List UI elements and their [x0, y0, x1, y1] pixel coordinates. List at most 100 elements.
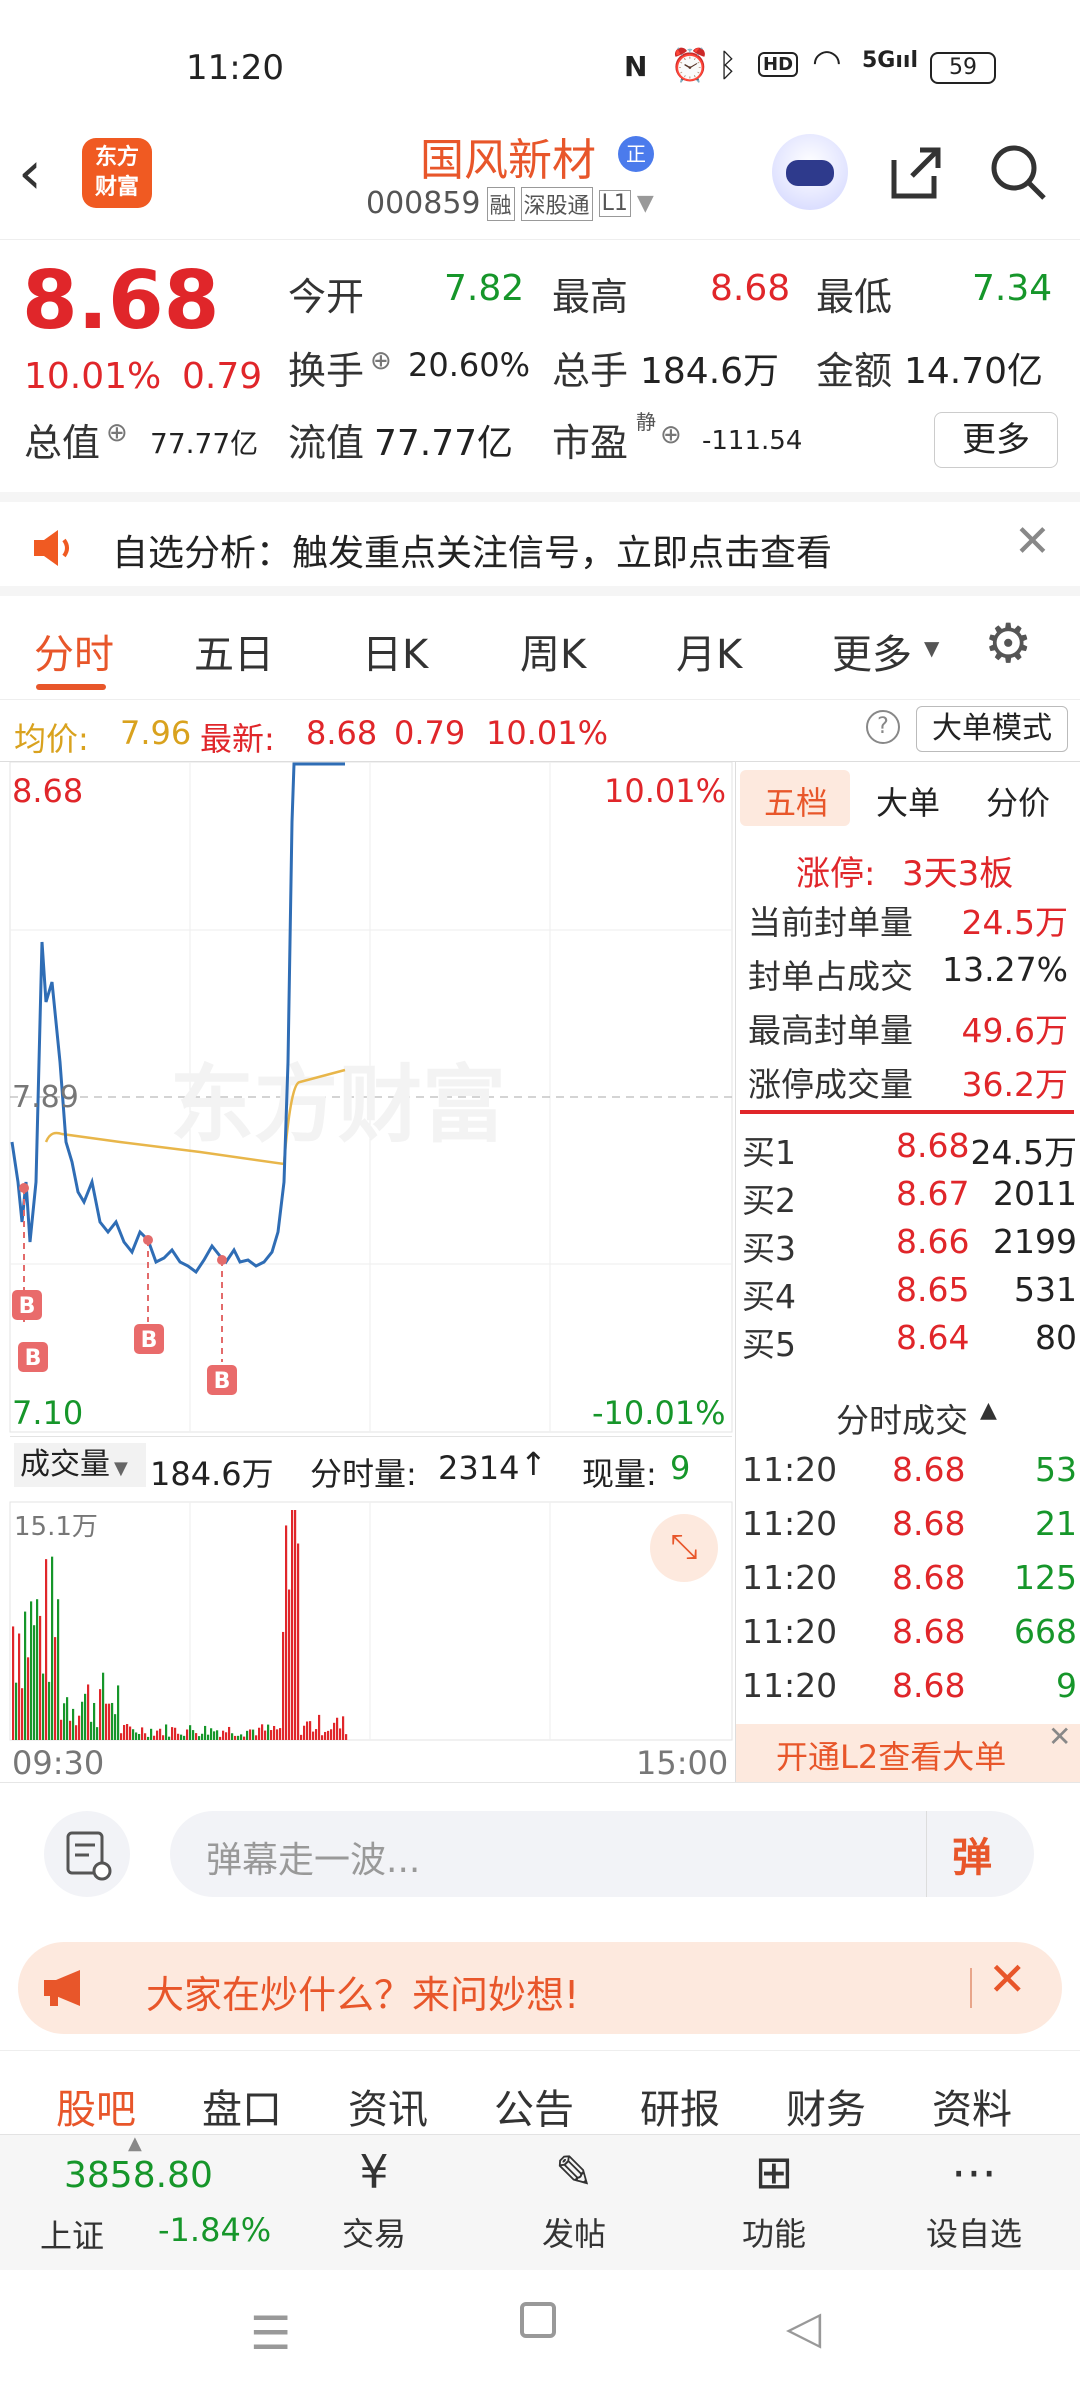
tab-month-k[interactable]: 月K: [676, 622, 742, 680]
post-button[interactable]: ✎ 发帖: [494, 2145, 654, 2255]
tab-five-day[interactable]: 五日: [194, 622, 274, 680]
trade-time: 11:20: [742, 1612, 838, 1651]
volume-bar: [111, 1702, 114, 1740]
latest-label: 最新:: [200, 720, 275, 758]
tab-research[interactable]: 研报: [640, 2077, 720, 2135]
home-icon[interactable]: [520, 2302, 556, 2338]
tab-forum[interactable]: 股吧: [56, 2077, 136, 2135]
tab-day-k[interactable]: 日K: [362, 622, 428, 680]
gear-icon[interactable]: ⚙: [984, 612, 1032, 675]
sort-up-icon[interactable]: ▲: [980, 1398, 997, 1423]
tab-big-orders[interactable]: 大单: [876, 778, 940, 824]
danmu-send-button[interactable]: 弹: [952, 1825, 992, 1883]
more-button[interactable]: 更多: [934, 412, 1058, 468]
l2-banner[interactable]: 开通L2查看大单 ✕: [736, 1720, 1080, 1782]
grid-icon: ⊞: [754, 2145, 794, 2199]
float-value: 77.77亿: [374, 423, 514, 464]
search-icon[interactable]: [986, 140, 1050, 204]
close-icon[interactable]: ✕: [1048, 1720, 1071, 1753]
volume-bar: [279, 1728, 282, 1740]
current-price: 8.68: [22, 254, 220, 347]
volume-bar: [168, 1736, 171, 1740]
tab-intraday[interactable]: 分时: [34, 622, 114, 680]
tab-announcements[interactable]: 公告: [494, 2077, 574, 2135]
l2-banner-text: 开通L2查看大单: [776, 1738, 1007, 1776]
bid-label: 买3: [742, 1229, 796, 1268]
close-icon[interactable]: ✕: [1014, 516, 1051, 567]
tab-handicap[interactable]: 盘口: [202, 2077, 282, 2135]
notice-banner[interactable]: 自选分析：触发重点关注信号，立即点击查看 ✕: [0, 492, 1080, 596]
volume-max-label: 15.1万: [14, 1512, 98, 1542]
danmu-settings-icon[interactable]: [44, 1811, 130, 1897]
tab-finance[interactable]: 财务: [786, 2077, 866, 2135]
big-order-mode-button[interactable]: 大单模式: [916, 706, 1068, 752]
robot-assistant-icon[interactable]: [772, 134, 848, 210]
info-icon[interactable]: ⊕: [370, 346, 392, 376]
volume-bar: [327, 1730, 330, 1740]
add-watchlist-button[interactable]: ⋯ 设自选: [894, 2145, 1054, 2255]
intraday-chart[interactable]: 东方财富 B B B B 8.68 10.01% 7.89 7.10 -10.0…: [0, 762, 735, 1782]
avg-value: 7.96: [120, 714, 192, 752]
volume-selector[interactable]: 成交量 ▼: [14, 1443, 146, 1487]
chevron-down-icon[interactable]: ▼: [924, 636, 939, 660]
tab-five-levels[interactable]: 五档: [764, 778, 828, 824]
low-label: 最低: [816, 275, 893, 319]
status-time: 11:20: [186, 48, 284, 88]
status-bar: 11:20 N ⏰ ᛒ HD ◠ 5Gııl 59: [0, 0, 1080, 120]
arrow-up-icon: ↑: [520, 1445, 547, 1483]
danmu-bar: 弹幕走一波... 弹: [0, 1782, 1080, 1912]
pct-bottom-label: -10.01%: [592, 1394, 726, 1432]
danmu-input[interactable]: 弹幕走一波... 弹: [170, 1811, 1034, 1897]
volume-bar: [66, 1697, 69, 1740]
share-icon[interactable]: [884, 140, 948, 204]
volume-bar: [201, 1733, 204, 1740]
back-nav-icon[interactable]: ◁: [786, 2300, 821, 2354]
trade-price: 8.68: [892, 1450, 966, 1489]
help-icon[interactable]: ?: [866, 710, 900, 744]
volume-bar: [51, 1556, 54, 1740]
app-logo[interactable]: 东方财富: [82, 138, 152, 208]
caret-up-icon[interactable]: ▲: [128, 2133, 142, 2154]
amount-label: 金额: [816, 349, 893, 393]
volume-bar: [108, 1703, 111, 1740]
functions-button[interactable]: ⊞ 功能: [694, 2145, 854, 2255]
ask-banner[interactable]: 大家在炒什么？来问妙想! ✕: [18, 1942, 1062, 2034]
volume-bar: [36, 1599, 39, 1740]
tag-level: L1: [598, 190, 631, 217]
trade-button[interactable]: ¥ 交易: [294, 2145, 454, 2255]
volume-bar: [84, 1693, 87, 1740]
back-icon[interactable]: ‹: [18, 138, 42, 208]
tab-week-k[interactable]: 周K: [520, 622, 586, 680]
alarm-icon: ⏰: [670, 46, 710, 84]
tab-news[interactable]: 资讯: [348, 2077, 428, 2135]
buy-marker[interactable]: B: [214, 1369, 231, 1394]
volume-bar: [102, 1672, 105, 1740]
trade-price: 8.68: [892, 1612, 966, 1651]
close-icon[interactable]: ✕: [988, 1952, 1027, 2006]
tab-profile[interactable]: 资料: [932, 2077, 1012, 2135]
bid-price: 8.65: [896, 1270, 970, 1309]
volume-bar: [231, 1733, 234, 1740]
volume-bar: [243, 1736, 246, 1740]
volume-bar: [138, 1733, 141, 1740]
volume-bar: [210, 1728, 213, 1740]
buy-marker[interactable]: B: [25, 1346, 42, 1371]
tab-more[interactable]: 更多: [832, 622, 912, 680]
expand-icon[interactable]: ⤡: [650, 1514, 718, 1582]
info-icon[interactable]: ⊕: [660, 420, 682, 450]
buy-marker[interactable]: B: [141, 1328, 158, 1353]
buy-marker[interactable]: B: [19, 1294, 36, 1319]
volume-bar: [72, 1708, 75, 1740]
chart-tabs: 分时 五日 日K 周K 月K 更多 ▼ ⚙: [0, 600, 1080, 700]
yuan-circle-icon: ¥: [359, 2145, 389, 2199]
volume-bar: [78, 1715, 81, 1740]
volume-bar: [57, 1599, 60, 1740]
tab-price-dist[interactable]: 分价: [986, 778, 1050, 824]
chevron-down-icon[interactable]: ▼: [637, 191, 654, 216]
trade-time: 11:20: [742, 1666, 838, 1705]
volume-bar: [153, 1735, 156, 1740]
info-icon[interactable]: ⊕: [106, 418, 128, 448]
price-top-label: 8.68: [12, 772, 84, 810]
menu-icon[interactable]: ☰: [250, 2306, 291, 2360]
index-value[interactable]: 3858.80: [64, 2155, 213, 2196]
